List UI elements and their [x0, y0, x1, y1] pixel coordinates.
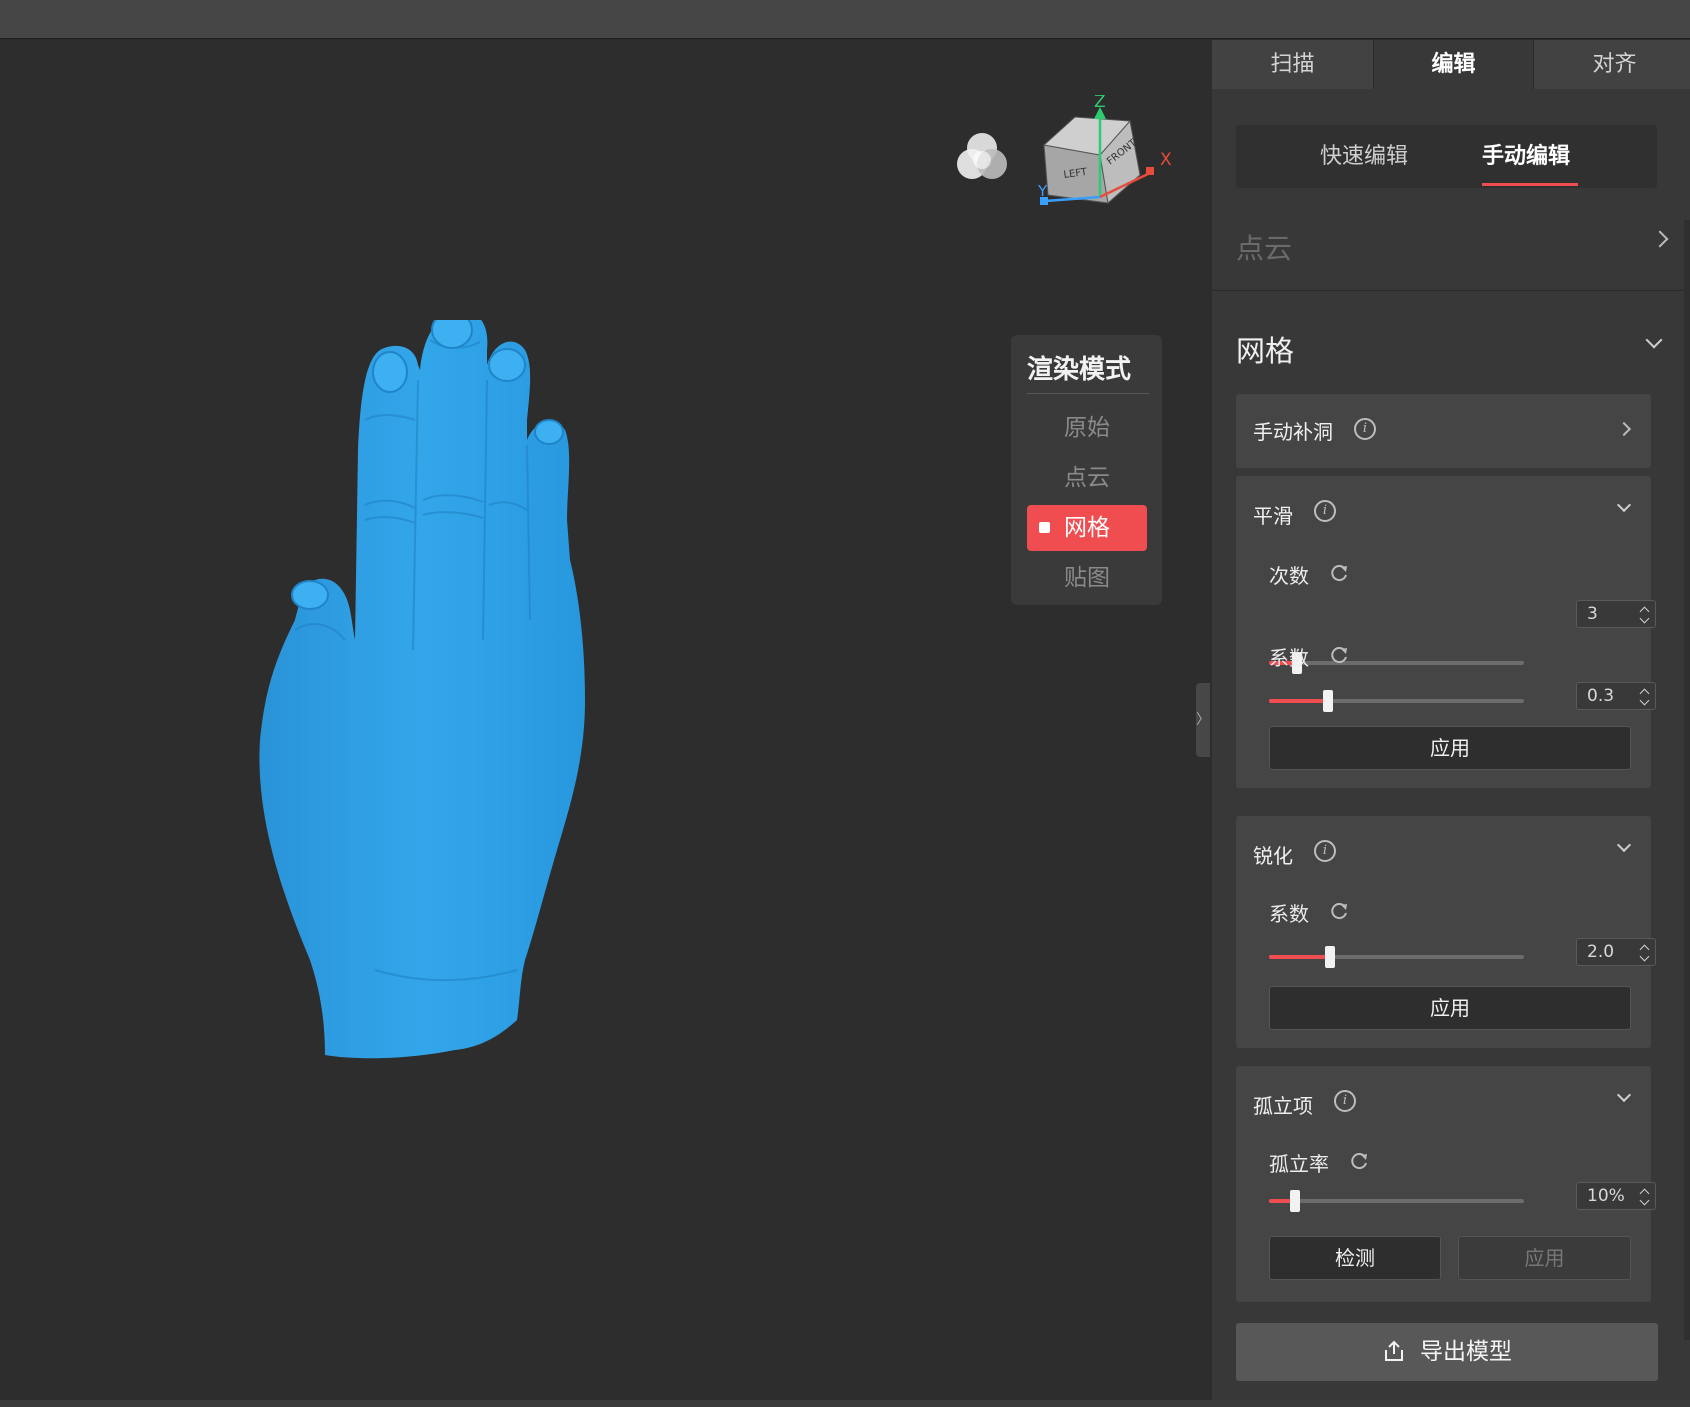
slider-fill — [1269, 699, 1328, 703]
smooth-factor-slider[interactable] — [1269, 690, 1524, 712]
slider-thumb[interactable] — [1325, 946, 1335, 968]
chevron-down-icon — [1645, 331, 1663, 349]
render-mode-texture[interactable]: 贴图 — [1027, 555, 1147, 601]
right-panel: 扫描 编辑 对齐 快速编辑 手动编辑 点云 网格 手动补洞 i 平滑 i 次数 … — [1212, 40, 1690, 1400]
subtab-manual-edit-label: 手动编辑 — [1482, 144, 1571, 169]
active-indicator-icon — [1039, 522, 1050, 533]
view-cube-gizmo[interactable]: LEFT FRONT Z X Y — [1030, 95, 1180, 215]
info-icon[interactable]: i — [1314, 840, 1336, 862]
mesh-section-label: 网格 — [1236, 334, 1295, 368]
tab-edit[interactable]: 编辑 — [1373, 40, 1534, 89]
main-tabs: 扫描 编辑 对齐 — [1212, 40, 1690, 89]
panel-scrollbar[interactable] — [1684, 220, 1690, 1340]
chevron-down-icon[interactable] — [1616, 1087, 1632, 1103]
sharpen-factor-slider[interactable] — [1269, 946, 1524, 968]
sharpen-apply-button[interactable]: 应用 — [1269, 986, 1631, 1030]
slider-track — [1269, 1199, 1524, 1203]
gizmo-axis-y: Y — [1037, 182, 1048, 200]
edit-mode-tabs: 快速编辑 手动编辑 — [1236, 125, 1657, 188]
render-mode-title: 渲染模式 — [1027, 355, 1132, 385]
isolated-apply-button[interactable]: 应用 — [1458, 1236, 1631, 1280]
sharpen-card: 锐化 i 系数 2.0 应用 — [1236, 816, 1656, 1048]
tab-align[interactable]: 对齐 — [1534, 40, 1690, 89]
smooth-count-value: 3 — [1587, 604, 1598, 624]
chevron-down-icon[interactable] — [1616, 837, 1632, 853]
sharpen-factor-stepper[interactable]: 2.0 — [1576, 938, 1656, 966]
info-icon[interactable]: i — [1314, 500, 1336, 522]
reset-icon[interactable] — [1328, 900, 1350, 922]
isolated-rate-stepper[interactable]: 10% — [1576, 1182, 1656, 1210]
active-tab-underline — [1482, 183, 1578, 186]
smooth-count-label: 次数 — [1269, 564, 1309, 588]
reset-icon[interactable] — [1328, 562, 1350, 584]
stepper-down-icon[interactable] — [1639, 695, 1650, 706]
reset-icon[interactable] — [1328, 644, 1350, 666]
render-mode-panel: 渲染模式 原始 点云 网格 贴图 — [1011, 335, 1162, 605]
smooth-apply-button[interactable]: 应用 — [1269, 726, 1631, 770]
chevron-down-icon[interactable] — [1616, 497, 1632, 513]
stepper-down-icon[interactable] — [1639, 951, 1650, 962]
tab-scan[interactable]: 扫描 — [1212, 40, 1373, 89]
isolated-card: 孤立项 i 孤立率 10% 检测 应用 — [1236, 1066, 1656, 1302]
isolated-label: 孤立项 — [1253, 1094, 1313, 1118]
point-cloud-section-header[interactable]: 点云 — [1236, 215, 1669, 280]
gizmo-axis-z: Z — [1094, 95, 1106, 112]
isolated-rate-label: 孤立率 — [1269, 1152, 1329, 1176]
render-mode-point-cloud-label: 点云 — [1064, 465, 1110, 491]
isolated-rate-slider[interactable] — [1269, 1190, 1524, 1212]
render-mode-divider — [1027, 393, 1149, 394]
render-mode-point-cloud[interactable]: 点云 — [1027, 455, 1147, 501]
subtab-quick-edit[interactable]: 快速编辑 — [1320, 125, 1410, 188]
point-cloud-section-label: 点云 — [1236, 232, 1293, 265]
slider-fill — [1269, 955, 1330, 959]
stepper-down-icon[interactable] — [1639, 613, 1650, 624]
export-icon — [1385, 1340, 1403, 1361]
slider-thumb[interactable] — [1323, 690, 1333, 712]
mesh-section-header[interactable]: 网格 — [1236, 320, 1666, 380]
smooth-count-stepper[interactable]: 3 — [1576, 600, 1656, 628]
stepper-down-icon[interactable] — [1639, 1195, 1650, 1206]
status-bar — [0, 1400, 1690, 1407]
manual-fill-holes-label: 手动补洞 — [1253, 420, 1333, 444]
chevron-right-icon — [1616, 421, 1632, 437]
smooth-label: 平滑 — [1253, 504, 1293, 528]
smooth-factor-stepper[interactable]: 0.3 — [1576, 682, 1656, 710]
reset-icon[interactable] — [1348, 1150, 1370, 1172]
title-bar — [0, 0, 1690, 39]
gizmo-axis-x: X — [1160, 150, 1172, 170]
chevron-right-icon — [1651, 230, 1669, 248]
sharpen-factor-label: 系数 — [1269, 902, 1309, 926]
render-mode-texture-label: 贴图 — [1064, 565, 1110, 591]
chevron-right-icon: 〉 — [1196, 712, 1210, 728]
export-model-label: 导出模型 — [1420, 1339, 1512, 1365]
render-mode-mesh[interactable]: 网格 — [1027, 505, 1147, 551]
hand-mesh-model[interactable] — [255, 320, 655, 1080]
section-divider — [1212, 290, 1690, 291]
sharpen-factor-value: 2.0 — [1587, 942, 1615, 962]
smooth-card: 平滑 i 次数 3 系数 0.3 应用 — [1236, 476, 1656, 788]
sharpen-label: 锐化 — [1253, 844, 1293, 868]
slider-thumb[interactable] — [1290, 1190, 1300, 1212]
panel-collapse-handle[interactable]: 〉 — [1196, 683, 1210, 757]
render-mode-original-label: 原始 — [1064, 415, 1110, 441]
lighting-icon[interactable] — [955, 130, 1009, 184]
smooth-factor-label: 系数 — [1269, 646, 1309, 670]
isolated-rate-value: 10% — [1587, 1186, 1625, 1206]
info-icon[interactable]: i — [1354, 418, 1376, 440]
export-model-button[interactable]: 导出模型 — [1236, 1323, 1658, 1381]
info-icon[interactable]: i — [1334, 1090, 1356, 1112]
manual-fill-holes-row[interactable]: 手动补洞 i — [1236, 394, 1651, 468]
render-mode-original[interactable]: 原始 — [1027, 405, 1147, 451]
render-mode-mesh-label: 网格 — [1064, 515, 1110, 541]
subtab-manual-edit[interactable]: 手动编辑 — [1482, 125, 1578, 188]
subtab-quick-edit-label: 快速编辑 — [1320, 144, 1409, 169]
isolated-detect-button[interactable]: 检测 — [1269, 1236, 1441, 1280]
smooth-factor-value: 0.3 — [1587, 686, 1615, 706]
